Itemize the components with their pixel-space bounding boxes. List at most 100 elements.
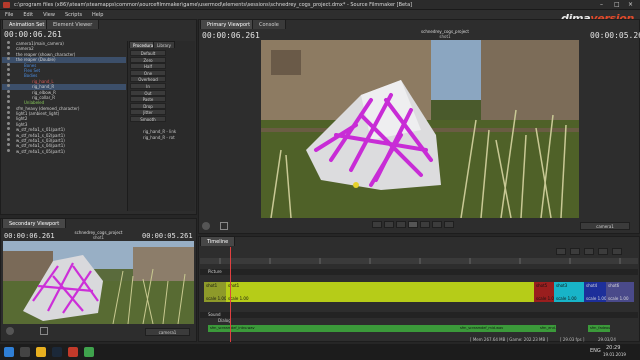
tree-row-label: light3 bbox=[16, 121, 28, 127]
sound-clip[interactable]: sfm_end.wav bbox=[538, 325, 556, 332]
preset-button[interactable]: In bbox=[130, 83, 166, 89]
visibility-icon[interactable] bbox=[7, 84, 10, 88]
visibility-icon[interactable] bbox=[7, 121, 10, 125]
picture-clips: shot1 scale 1.00 shot1 scale 1.00 shot5 scale… bbox=[204, 282, 634, 302]
lock-view-button[interactable] bbox=[598, 248, 608, 255]
search-icon[interactable] bbox=[20, 347, 30, 357]
play-reverse-button[interactable] bbox=[396, 221, 406, 228]
sound-section-header[interactable]: Sound bbox=[200, 312, 638, 318]
secondary-settings-icon[interactable] bbox=[6, 327, 14, 335]
sound-clip[interactable]: sfm_fadeout.wav bbox=[588, 325, 610, 332]
skip-start-button[interactable] bbox=[372, 221, 382, 228]
tree-row-label: Flex Set bbox=[24, 67, 41, 73]
visibility-icon[interactable] bbox=[7, 89, 10, 93]
preset-button[interactable]: Default bbox=[130, 50, 166, 56]
visibility-icon[interactable] bbox=[7, 116, 10, 120]
clock-date[interactable]: 19.01.2019 bbox=[603, 352, 626, 357]
skip-end-button[interactable] bbox=[444, 221, 454, 228]
visibility-icon[interactable] bbox=[7, 127, 10, 131]
app-icon-green[interactable] bbox=[84, 347, 94, 357]
secondary-viewport-render[interactable] bbox=[3, 241, 194, 324]
visibility-icon[interactable] bbox=[7, 138, 10, 142]
visibility-icon[interactable] bbox=[7, 62, 10, 66]
picture-section-header[interactable]: Picture bbox=[200, 269, 638, 275]
preset-button[interactable]: Zero bbox=[130, 56, 166, 63]
clip-editor-button[interactable] bbox=[556, 248, 566, 255]
fit-view-button[interactable] bbox=[612, 248, 622, 255]
preset-button[interactable]: Drop bbox=[130, 102, 166, 109]
window-title: c:\program files (x86)\steam\steamapps\c… bbox=[14, 2, 413, 8]
timeline-mode-buttons bbox=[556, 248, 636, 256]
tree-row-label: the reaper (Double) bbox=[16, 57, 56, 63]
tab-element-viewer[interactable]: Element Viewer bbox=[46, 19, 100, 29]
folder-icon[interactable] bbox=[36, 347, 46, 357]
visibility-icon[interactable] bbox=[7, 111, 10, 115]
sound-clip[interactable]: sfm_screamdef_intro.wav bbox=[208, 325, 458, 332]
visibility-icon[interactable] bbox=[7, 143, 10, 147]
tree-row-label: light1 (ambient_light) bbox=[16, 111, 60, 117]
shot-clip[interactable]: shot4 scale 1.00 bbox=[584, 282, 606, 302]
taskbar: ENG 20:29 19.01.2019 bbox=[0, 344, 640, 360]
visibility-icon[interactable] bbox=[7, 57, 10, 61]
preset-button[interactable]: Half bbox=[130, 63, 166, 70]
secondary-stop-icon[interactable] bbox=[40, 327, 48, 335]
sound-clip[interactable]: sfm_screamdef_mid.wav bbox=[458, 325, 538, 332]
primary-stop-icon[interactable] bbox=[220, 222, 228, 230]
step-back-button[interactable] bbox=[384, 221, 394, 228]
steam-icon[interactable] bbox=[52, 347, 62, 357]
status-fps: [ 29.03 fps ] bbox=[560, 337, 585, 342]
preset-button[interactable]: Overhead bbox=[130, 76, 166, 83]
record-button[interactable] bbox=[408, 221, 418, 228]
maximize-button[interactable]: □ bbox=[614, 1, 620, 8]
tree-row-label: w_stf_m4a1_s_02(part1) bbox=[16, 132, 65, 138]
visibility-icon[interactable] bbox=[7, 94, 10, 98]
preset-button[interactable]: Smooth bbox=[130, 116, 166, 122]
close-button[interactable]: × bbox=[628, 1, 633, 8]
preset-button[interactable]: Paste bbox=[130, 96, 166, 103]
visibility-icon[interactable] bbox=[7, 105, 10, 109]
shot-clip[interactable]: shot3 scale 1.00 bbox=[554, 282, 584, 302]
primary-settings-icon[interactable] bbox=[202, 222, 210, 230]
visibility-icon[interactable] bbox=[7, 78, 10, 82]
tree-row[interactable]: w_stf_m4a1_s_05(part1) bbox=[2, 148, 126, 154]
tab-library[interactable]: Library bbox=[153, 41, 175, 48]
visibility-icon[interactable] bbox=[7, 73, 10, 77]
playhead[interactable] bbox=[230, 247, 231, 342]
visibility-icon[interactable] bbox=[7, 148, 10, 152]
tab-secondary-viewport[interactable]: Secondary Viewport bbox=[2, 218, 67, 228]
tab-timeline[interactable]: Timeline bbox=[200, 236, 236, 246]
primary-viewport-render[interactable] bbox=[261, 40, 579, 218]
visibility-icon[interactable] bbox=[7, 41, 10, 44]
timeline-ruler[interactable] bbox=[200, 258, 638, 264]
sfm-icon[interactable] bbox=[68, 347, 78, 357]
minimize-button[interactable]: – bbox=[600, 1, 603, 8]
preset-button[interactable]: One bbox=[130, 69, 166, 76]
shot-clip[interactable]: shot1 scale 1.00 bbox=[204, 282, 226, 302]
shot-clip-scale: scale 1.00 bbox=[206, 296, 226, 301]
visibility-icon[interactable] bbox=[7, 51, 10, 55]
tree-row-label: w_stf_m4a1_s_04(part1) bbox=[16, 143, 65, 149]
secondary-camera-select[interactable]: camera1 bbox=[145, 328, 190, 336]
graph-editor-button[interactable] bbox=[584, 248, 594, 255]
step-forward-button[interactable] bbox=[432, 221, 442, 228]
start-icon[interactable] bbox=[4, 347, 14, 357]
shot-clip[interactable]: shot6 scale 1.00 bbox=[606, 282, 634, 302]
shot-clip[interactable]: shot5 scale 1.00 bbox=[534, 282, 554, 302]
preset-button[interactable]: Jitter bbox=[130, 109, 166, 116]
visibility-icon[interactable] bbox=[7, 46, 10, 50]
visibility-icon[interactable] bbox=[7, 100, 10, 104]
tree-row-label: sfm_heavy (demoed_character) bbox=[16, 105, 80, 111]
preset-button[interactable]: Out bbox=[130, 89, 166, 96]
primary-camera-select[interactable]: camera1 bbox=[580, 222, 630, 230]
clock-time[interactable]: 20:29 bbox=[606, 345, 620, 351]
motion-editor-button[interactable] bbox=[570, 248, 580, 255]
visibility-icon[interactable] bbox=[7, 67, 10, 71]
shot-clip[interactable]: shot1 scale 1.00 bbox=[226, 282, 534, 302]
visibility-icon[interactable] bbox=[7, 132, 10, 136]
tree-row-label: camera1(main_camera) bbox=[16, 41, 64, 46]
keyboard-language[interactable]: ENG bbox=[590, 348, 601, 354]
pause-button[interactable] bbox=[420, 221, 430, 228]
tab-console[interactable]: Console bbox=[252, 19, 286, 29]
secondary-shot-sub: shot1 bbox=[92, 235, 105, 240]
tab-primary-viewport[interactable]: Primary Viewport bbox=[200, 19, 258, 29]
